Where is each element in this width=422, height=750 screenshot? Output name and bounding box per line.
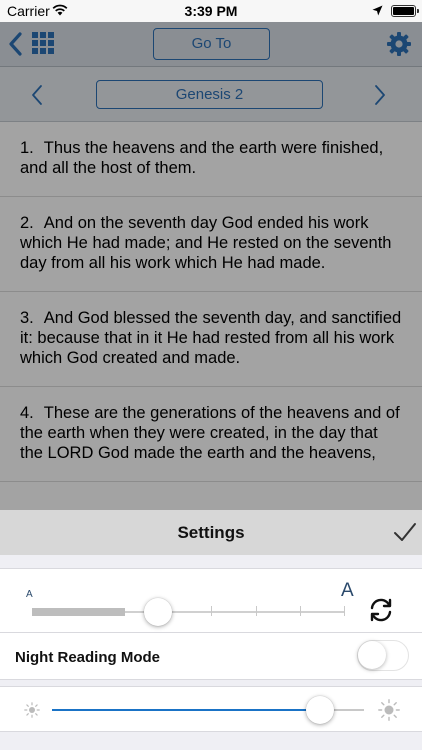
status-bar: Carrier 3:39 PM: [0, 0, 422, 22]
small-font-label: A: [26, 589, 33, 600]
font-size-fill: [32, 608, 125, 616]
night-mode-toggle[interactable]: [357, 640, 409, 671]
font-size-tick: [211, 606, 212, 616]
battery-icon: [391, 5, 419, 17]
font-size-row: A A: [0, 568, 422, 632]
brightness-high-icon: [378, 699, 400, 721]
night-mode-row: Night Reading Mode: [0, 632, 422, 680]
brightness-slider-knob[interactable]: [306, 696, 335, 724]
font-size-tick: [344, 606, 345, 616]
night-mode-label: Night Reading Mode: [15, 649, 160, 666]
brightness-fill: [52, 709, 321, 711]
large-font-label: A: [341, 580, 354, 601]
status-time: 3:39 PM: [184, 3, 238, 19]
location-arrow-icon: [372, 5, 383, 16]
brightness-row: [0, 686, 422, 732]
refresh-icon[interactable]: [367, 596, 395, 624]
checkmark-icon[interactable]: [393, 521, 417, 543]
font-size-tick: [300, 606, 301, 616]
toggle-thumb: [358, 641, 386, 669]
font-size-slider-knob[interactable]: [144, 598, 172, 626]
dim-overlay[interactable]: [0, 22, 422, 510]
brightness-low-icon: [24, 702, 40, 718]
settings-panel: Settings A A Night Reading Mode: [0, 510, 422, 750]
settings-title: Settings: [177, 523, 245, 542]
font-size-tick: [256, 606, 257, 616]
settings-header: Settings: [0, 510, 422, 555]
